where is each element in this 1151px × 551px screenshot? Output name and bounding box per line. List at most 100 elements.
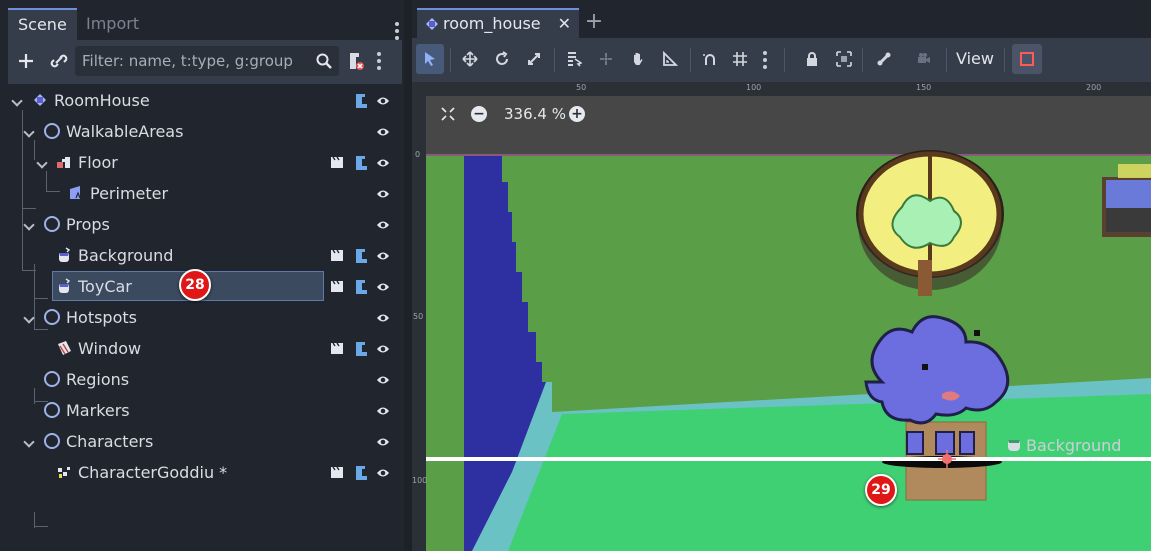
collapse-arrow-icon[interactable] (23, 436, 35, 448)
skeleton-button[interactable] (870, 44, 898, 74)
script-icon[interactable] (354, 155, 368, 171)
visibility-eye-icon[interactable] (376, 466, 390, 480)
tab-room-house[interactable]: room_house ✕ (417, 8, 579, 38)
tree-row-characters[interactable]: Characters (8, 426, 402, 457)
room-node-icon (426, 18, 438, 30)
scene-tab-bar: room_house ✕ + (412, 8, 1151, 38)
pivot-button[interactable] (592, 44, 620, 74)
open-scene-icon[interactable] (330, 342, 344, 355)
add-tab-icon[interactable]: + (582, 10, 606, 34)
collapse-arrow-icon[interactable] (23, 219, 35, 231)
visibility-eye-icon[interactable] (376, 373, 390, 387)
rotate-mode-button[interactable] (488, 44, 516, 74)
open-scene-icon[interactable] (330, 156, 344, 169)
tab-import[interactable]: Import (76, 8, 149, 40)
tree-row-window[interactable]: Window (8, 333, 402, 364)
visibility-eye-icon[interactable] (376, 342, 390, 356)
script-icon[interactable] (354, 93, 368, 109)
pan-mode-button[interactable] (624, 44, 652, 74)
collapse-arrow-icon[interactable] (36, 157, 48, 169)
room-node-icon (34, 94, 46, 106)
tree-row-walkableareas[interactable]: WalkableAreas (8, 116, 402, 147)
visibility-eye-icon[interactable] (376, 404, 390, 418)
preview-toggle-button[interactable] (1012, 44, 1042, 74)
tree-label: Window (78, 339, 142, 358)
zoom-level: 336.4 % (504, 105, 566, 123)
script-icon[interactable] (354, 248, 368, 264)
tree-row-background[interactable]: Background (8, 240, 402, 271)
tab-scene[interactable]: Scene (8, 8, 77, 40)
tree-label: Background (78, 246, 174, 265)
script-icon[interactable] (354, 465, 368, 481)
zoom-out-button[interactable]: − (471, 106, 487, 122)
canvas-toolbar: View (412, 38, 1151, 120)
add-node-icon[interactable] (15, 50, 37, 72)
tree-row-regions[interactable]: Regions (8, 364, 402, 395)
visibility-eye-icon[interactable] (376, 311, 390, 325)
tree-row-roomhouse[interactable]: RoomHouse (8, 85, 402, 116)
prop-icon (59, 278, 71, 293)
tree-row-props[interactable]: Props (8, 209, 402, 240)
group-button[interactable] (830, 44, 858, 74)
open-scene-icon[interactable] (330, 280, 344, 293)
scene-menu-icon[interactable] (375, 50, 383, 72)
tree-label: WalkableAreas (66, 122, 184, 141)
step-badge: 29 (865, 474, 897, 506)
dock-menu-icon[interactable] (394, 22, 400, 42)
close-tab-icon[interactable]: ✕ (558, 14, 571, 34)
collapse-arrow-icon[interactable] (23, 312, 35, 324)
collapse-arrow-icon[interactable] (11, 95, 23, 107)
collapse-arrow-icon[interactable] (23, 126, 35, 138)
visibility-eye-icon[interactable] (376, 218, 390, 232)
open-scene-icon[interactable] (330, 249, 344, 262)
script-icon[interactable] (354, 341, 368, 357)
visibility-eye-icon[interactable] (376, 435, 390, 449)
script-remove-icon[interactable] (344, 50, 366, 72)
ruler-tick-label: 200 (1086, 83, 1102, 92)
search-icon[interactable] (315, 52, 333, 70)
instance-scene-icon[interactable] (48, 50, 70, 72)
node-icon (44, 216, 60, 232)
ruler-tick-label: 0 (415, 150, 421, 159)
view-menu-button[interactable]: View (956, 44, 994, 74)
list-select-button[interactable] (560, 44, 588, 74)
snap-options-button[interactable] (758, 44, 772, 74)
smart-snap-button[interactable] (696, 44, 724, 74)
dock-splitter[interactable] (404, 0, 412, 551)
tree-label: CharacterGoddiu * (78, 463, 228, 482)
lock-button[interactable] (798, 44, 826, 74)
visibility-eye-icon[interactable] (376, 125, 390, 139)
tree-row-perimeter[interactable]: Perimeter (8, 178, 402, 209)
open-scene-icon[interactable] (330, 466, 344, 479)
visibility-eye-icon[interactable] (376, 280, 390, 294)
node-icon (44, 371, 60, 387)
filter-box (75, 46, 339, 76)
visibility-eye-icon[interactable] (376, 187, 390, 201)
ruler-mode-button[interactable] (656, 44, 684, 74)
node-icon (44, 123, 60, 139)
select-mode-button[interactable] (416, 44, 444, 74)
camera-button[interactable] (910, 44, 938, 74)
tree-row-floor[interactable]: Floor (8, 147, 402, 178)
zoom-reset-icon[interactable] (440, 106, 456, 122)
hotspot-icon (58, 341, 71, 355)
tree-row-hotspots[interactable]: Hotspots (8, 302, 402, 333)
visibility-eye-icon[interactable] (376, 156, 390, 170)
visibility-eye-icon[interactable] (376, 94, 390, 108)
node-icon (44, 402, 60, 418)
tree-label: Floor (78, 153, 118, 172)
move-mode-button[interactable] (456, 44, 484, 74)
grid-snap-button[interactable] (726, 44, 754, 74)
script-icon[interactable] (354, 279, 368, 295)
tree-row-markers[interactable]: Markers (8, 395, 402, 426)
canvas-viewport[interactable]: 50 100 150 200 0 50 100 − 336.4 % + Back… (412, 82, 1151, 551)
filter-input[interactable] (75, 46, 311, 76)
zoom-in-button[interactable]: + (569, 106, 585, 122)
prop-icon (59, 247, 71, 262)
visibility-eye-icon[interactable] (376, 249, 390, 263)
scene-tree: RoomHouse WalkableAreas Floor Perimeter … (8, 84, 402, 551)
node-icon (44, 433, 60, 449)
tree-label: Hotspots (66, 308, 137, 327)
tree-row-charactergoddiu[interactable]: CharacterGoddiu * (8, 457, 402, 488)
scale-mode-button[interactable] (520, 44, 548, 74)
